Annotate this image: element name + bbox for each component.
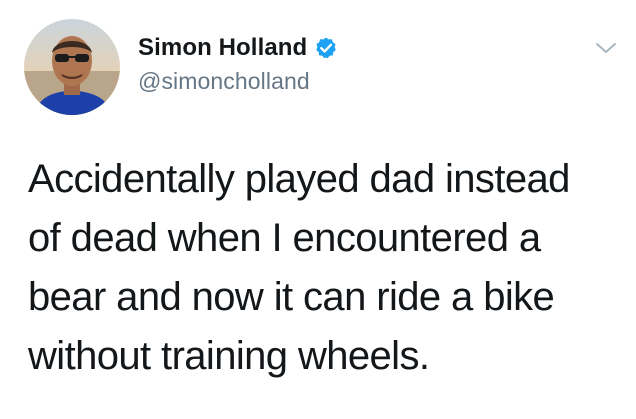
avatar-photo-icon xyxy=(24,19,120,115)
tweet-text-line: of dead when I encountered a xyxy=(28,216,541,260)
user-handle[interactable]: @simoncholland xyxy=(138,68,338,95)
author-info: Simon Holland @simoncholland xyxy=(138,32,338,95)
tweet-text: Accidentally played dad instead of dead … xyxy=(28,150,618,386)
chevron-down-icon[interactable] xyxy=(595,40,617,56)
verified-badge-icon xyxy=(314,36,338,60)
display-name[interactable]: Simon Holland xyxy=(138,34,307,62)
name-row: Simon Holland xyxy=(138,32,338,64)
tweet-card: Simon Holland @simoncholland Accidentall… xyxy=(0,0,636,419)
tweet-text-line: Accidentally played dad instead xyxy=(28,157,570,201)
tweet-text-line: bear and now it can ride a bike xyxy=(28,275,555,319)
avatar[interactable] xyxy=(24,19,120,115)
tweet-text-line: without training wheels. xyxy=(28,334,430,378)
